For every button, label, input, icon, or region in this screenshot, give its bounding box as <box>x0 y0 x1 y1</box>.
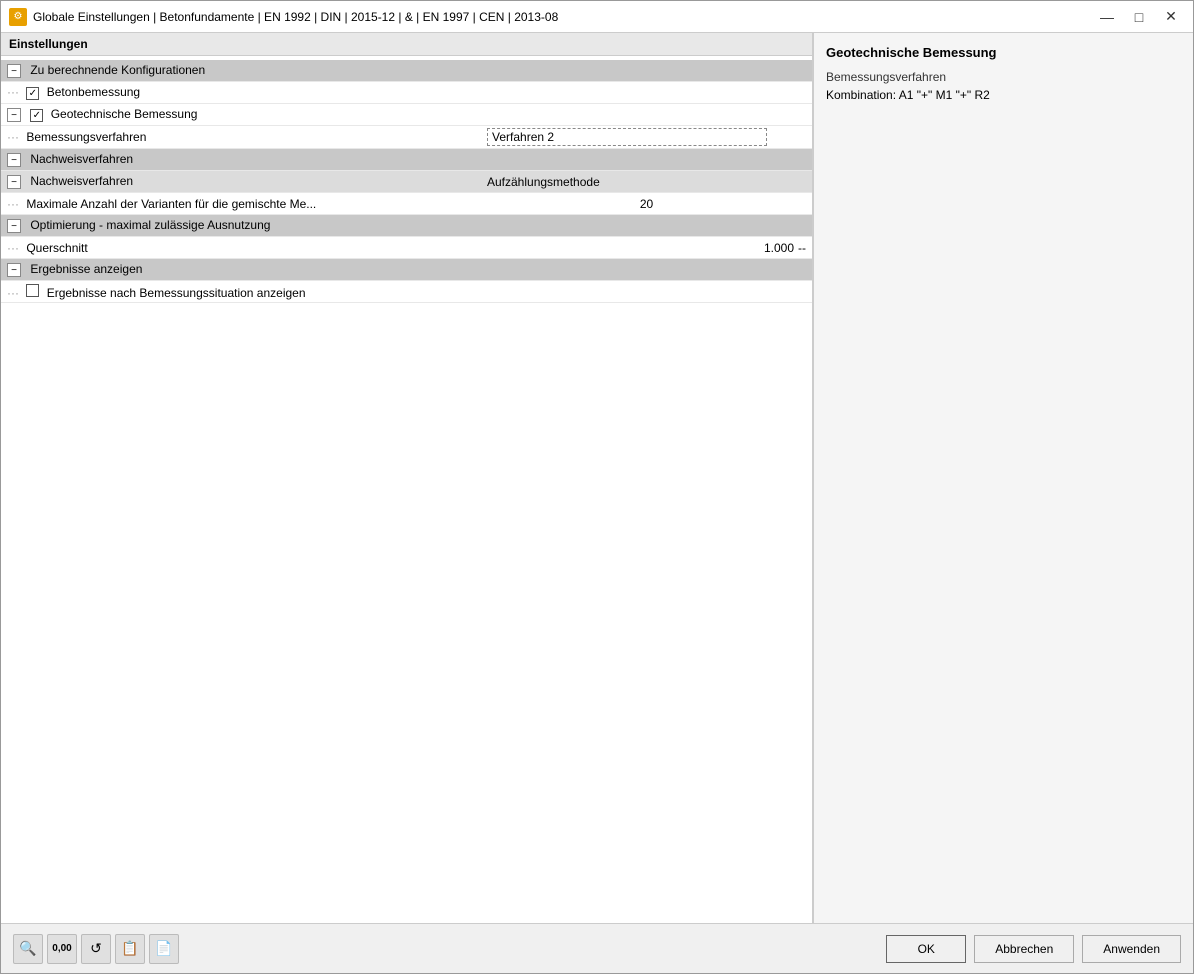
checkbox-ergebnisse[interactable] <box>26 284 39 297</box>
main-content: Einstellungen − Zu berechnende Konfigura… <box>1 33 1193 923</box>
label-geotechnische: Geotechnische Bemessung <box>51 107 198 121</box>
document-tool-icon[interactable]: 📄 <box>149 934 179 964</box>
collapse-geotechnische[interactable]: − <box>7 108 21 122</box>
label-maximale-anzahl: Maximale Anzahl der Varianten für die ge… <box>26 197 316 211</box>
row-bemessungsverfahren: ··· Bemessungsverfahren Verfahren 2 <box>1 126 812 149</box>
label-ergebnisse-checkbox: Ergebnisse nach Bemessungssituation anze… <box>47 286 306 300</box>
maximize-button[interactable]: □ <box>1125 7 1153 27</box>
collapse-nachweisverfahren-sub[interactable]: − <box>7 175 21 189</box>
toolbar-icons: 🔍 0,00 ↺ 📋 📄 <box>13 934 886 964</box>
panel-header: Einstellungen <box>1 33 812 56</box>
label-nachweisverfahren-sub: Nachweisverfahren <box>30 174 133 188</box>
section-konfigurationen-label: Zu berechnende Konfigurationen <box>30 63 205 77</box>
right-panel-title: Geotechnische Bemessung <box>826 45 1181 60</box>
search-tool-icon[interactable]: 🔍 <box>13 934 43 964</box>
collapse-optimierung[interactable]: − <box>7 219 21 233</box>
main-window: ⚙ Globale Einstellungen | Betonfundament… <box>0 0 1194 974</box>
right-panel: Geotechnische Bemessung Bemessungsverfah… <box>813 33 1193 923</box>
section-ergebnisse: − Ergebnisse anzeigen <box>1 259 812 281</box>
settings-tree: − Zu berechnende Konfigurationen ··· Bet… <box>1 56 812 923</box>
section-optimierung-label: Optimierung - maximal zulässige Ausnutzu… <box>30 218 270 232</box>
ok-button[interactable]: OK <box>886 935 966 963</box>
unit-querschnitt: -- <box>798 241 806 255</box>
collapse-ergebnisse[interactable]: − <box>7 263 21 277</box>
label-betonbemessung: Betonbemessung <box>47 85 140 99</box>
window-title: Globale Einstellungen | Betonfundamente … <box>33 10 1093 24</box>
refresh-tool-icon[interactable]: ↺ <box>81 934 111 964</box>
minimize-button[interactable]: — <box>1093 7 1121 27</box>
bottom-bar: 🔍 0,00 ↺ 📋 📄 OK Abbrechen Anwenden <box>1 923 1193 973</box>
collapse-konfigurationen[interactable]: − <box>7 64 21 78</box>
row-querschnitt: ··· Querschnitt 1.000 -- <box>1 237 812 259</box>
row-betonbemessung: ··· Betonbemessung <box>1 82 812 104</box>
left-panel: Einstellungen − Zu berechnende Konfigura… <box>1 33 813 923</box>
collapse-nachweisverfahren[interactable]: − <box>7 153 21 167</box>
right-panel-label1: Bemessungsverfahren <box>826 70 1181 84</box>
input-bemessungsverfahren[interactable]: Verfahren 2 <box>487 128 767 146</box>
window-controls: — □ ✕ <box>1093 7 1185 27</box>
right-panel-value2: Kombination: A1 "+" M1 "+" R2 <box>826 88 1181 102</box>
section-konfigurationen: − Zu berechnende Konfigurationen <box>1 60 812 82</box>
checkbox-geotechnische[interactable] <box>30 109 43 122</box>
checkbox-betonbemessung[interactable] <box>26 87 39 100</box>
row-geotechnische-header: − Geotechnische Bemessung <box>1 104 812 126</box>
section-optimierung: − Optimierung - maximal zulässige Ausnut… <box>1 215 812 237</box>
value-aufzaehlung: Aufzählungsmethode <box>487 175 600 189</box>
row-nachweisverfahren-sub: − Nachweisverfahren Aufzählungsmethode <box>1 171 812 193</box>
apply-button[interactable]: Anwenden <box>1082 935 1181 963</box>
label-querschnitt: Querschnitt <box>26 241 87 255</box>
title-bar: ⚙ Globale Einstellungen | Betonfundament… <box>1 1 1193 33</box>
section-nachweisverfahren-label: Nachweisverfahren <box>30 152 133 166</box>
value-maximale-anzahl: 20 <box>640 197 653 211</box>
app-icon: ⚙ <box>9 8 27 26</box>
decimal-tool-icon[interactable]: 0,00 <box>47 934 77 964</box>
section-nachweisverfahren: − Nachweisverfahren <box>1 149 812 171</box>
value-querschnitt: 1.000 <box>734 241 794 255</box>
cancel-button[interactable]: Abbrechen <box>974 935 1074 963</box>
dialog-buttons: OK Abbrechen Anwenden <box>886 935 1181 963</box>
row-maximale-anzahl: ··· Maximale Anzahl der Varianten für di… <box>1 193 812 215</box>
section-ergebnisse-label: Ergebnisse anzeigen <box>30 262 142 276</box>
copy-tool-icon[interactable]: 📋 <box>115 934 145 964</box>
row-ergebnisse-checkbox: ··· Ergebnisse nach Bemessungssituation … <box>1 281 812 303</box>
label-bemessungsverfahren: Bemessungsverfahren <box>26 130 146 144</box>
close-button[interactable]: ✕ <box>1157 7 1185 27</box>
